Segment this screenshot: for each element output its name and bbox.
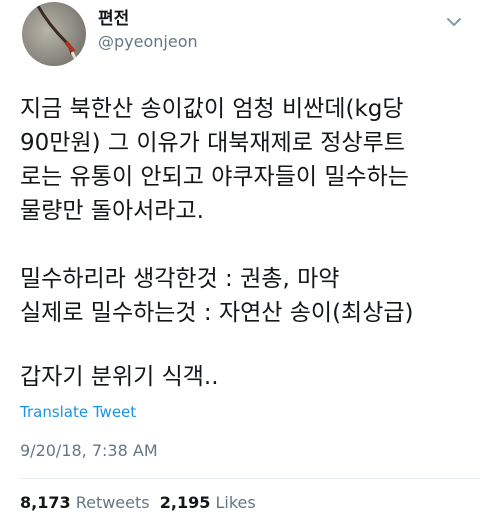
likes-label: Likes bbox=[215, 493, 256, 512]
tweet-paragraph: 밀수하리라 생각한것 : 권총, 마약 실제로 밀수하는것 : 자연산 송이(최… bbox=[20, 262, 470, 330]
tweet-text-line: 밀수하리라 생각한것 : 권총, 마약 bbox=[20, 266, 340, 292]
tweet-text-line: 실제로 밀수하는것 : 자연산 송이(최상급) bbox=[20, 300, 414, 326]
tweet-stats: 8,173 Retweets 2,195 Likes bbox=[20, 492, 256, 514]
tweet-text-line: 지금 북한산 송이값이 엄청 비싼데(kg당 bbox=[20, 96, 404, 122]
tweet-text-line: 물량만 돌아서라고. bbox=[20, 198, 204, 224]
display-name[interactable]: 편전 bbox=[98, 8, 129, 30]
retweets-stat[interactable]: 8,173 Retweets bbox=[20, 493, 150, 512]
retweets-count: 8,173 bbox=[20, 493, 71, 512]
tweet-card: 편전 @pyeonjeon 지금 북한산 송이값이 엄청 비싼데(kg당 90만… bbox=[0, 0, 480, 520]
chevron-down-icon[interactable] bbox=[442, 10, 466, 34]
tweet-text-line: 로는 유통이 안되고 야쿠자들이 밀수하는 bbox=[20, 164, 409, 190]
translate-tweet-link[interactable]: Translate Tweet bbox=[20, 402, 136, 422]
tweet-paragraph: 갑자기 분위기 식객.. bbox=[20, 360, 470, 394]
retweets-label: Retweets bbox=[75, 493, 150, 512]
tweet-text-line: 갑자기 분위기 식객.. bbox=[20, 364, 219, 390]
user-handle[interactable]: @pyeonjeon bbox=[98, 31, 198, 53]
tweet-timestamp[interactable]: 9/20/18, 7:38 AM bbox=[20, 440, 158, 462]
likes-count: 2,195 bbox=[159, 493, 211, 512]
divider bbox=[20, 478, 480, 479]
likes-stat[interactable]: 2,195 Likes bbox=[160, 493, 256, 512]
tweet-text-line: 90만원) 그 이유가 대북재제로 정상루트 bbox=[20, 130, 405, 156]
avatar[interactable] bbox=[22, 2, 86, 66]
tweet-paragraph: 지금 북한산 송이값이 엄청 비싼데(kg당 90만원) 그 이유가 대북재제로… bbox=[20, 92, 470, 228]
